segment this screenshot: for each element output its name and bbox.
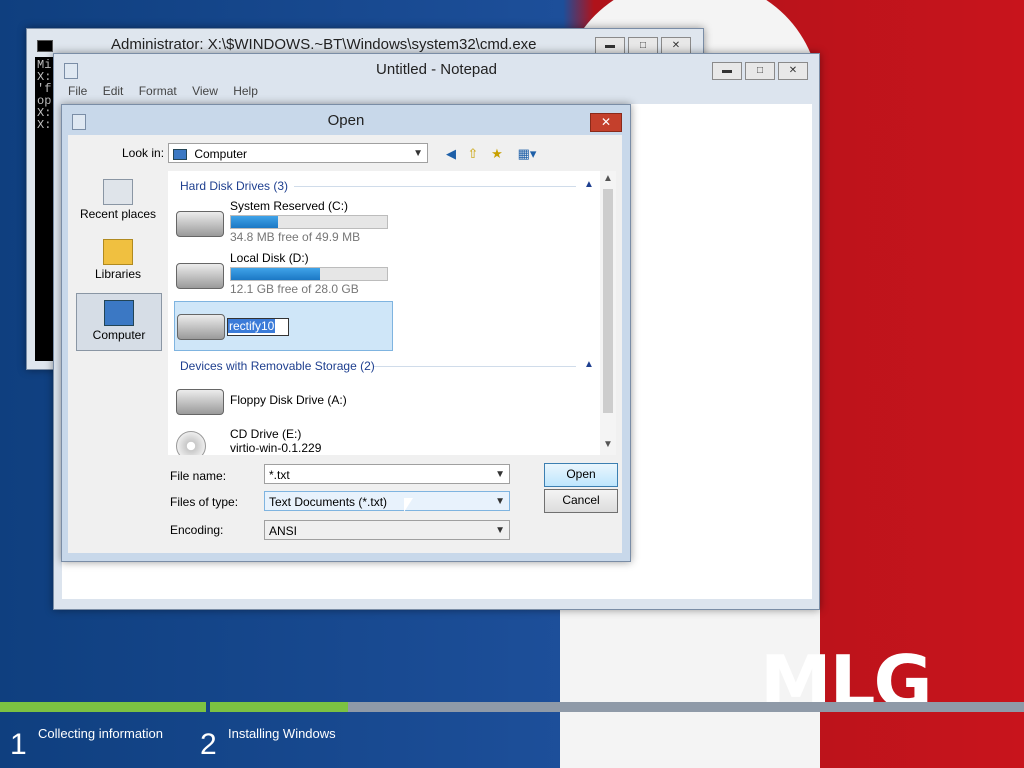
step2-label: Installing Windows: [228, 726, 336, 741]
drive-usage-fill: [231, 268, 320, 280]
hard-drive-icon: [176, 211, 224, 237]
drive-usage-bar: [230, 267, 388, 281]
place-computer[interactable]: Computer: [76, 293, 162, 351]
places-bar: Recent places Libraries Computer: [76, 173, 166, 423]
up-folder-icon[interactable]: ⇧: [464, 145, 482, 163]
hard-drive-icon: [177, 314, 225, 340]
drive-name: Floppy Disk Drive (A:): [230, 393, 347, 407]
notepad-minimize-button[interactable]: ▬: [712, 62, 742, 80]
drive-name: Local Disk (D:): [230, 251, 309, 265]
chevron-down-icon[interactable]: ▼: [495, 465, 505, 483]
drive-name: CD Drive (E:): [230, 427, 302, 441]
drive-item[interactable]: Floppy Disk Drive (A:): [174, 377, 414, 425]
step1-number: 1: [10, 728, 27, 761]
open-dialog[interactable]: Open ✕ Look in: Computer ▼ ◀ ⇧ ★ ▦▾ Rece…: [61, 104, 631, 562]
step1-progress-bar: [0, 702, 206, 712]
notepad-menubar: File Edit Format View Help: [62, 84, 264, 104]
notepad-titlebar[interactable]: Untitled - Notepad ▬ □ ✕: [54, 54, 819, 82]
dialog-close-button[interactable]: ✕: [590, 113, 622, 132]
recent-places-icon: [103, 179, 133, 205]
notepad-close-button[interactable]: ✕: [778, 62, 808, 80]
drive-free-space: 34.8 MB free of 49.9 MB: [230, 230, 361, 244]
chevron-down-icon[interactable]: ▼: [495, 521, 505, 539]
drive-label: virtio-win-0.1.229: [230, 441, 322, 455]
file-name-label: File name:: [170, 469, 227, 483]
place-label: Recent places: [79, 207, 157, 221]
file-name-value: *.txt: [269, 468, 290, 482]
new-folder-icon[interactable]: ★: [488, 145, 506, 163]
step2-number: 2: [200, 728, 217, 761]
collapse-icon[interactable]: ▲: [584, 359, 594, 370]
chevron-down-icon[interactable]: ▼: [495, 492, 505, 510]
menu-file[interactable]: File: [68, 84, 87, 98]
drive-item[interactable]: CD Drive (E:) virtio-win-0.1.229: [174, 427, 414, 455]
drive-item[interactable]: System Reserved (C:) 34.8 MB free of 49.…: [174, 199, 414, 247]
group-header-hard-disks[interactable]: Hard Disk Drives (3): [180, 179, 288, 193]
computer-icon: [173, 149, 187, 161]
open-dialog-body: Look in: Computer ▼ ◀ ⇧ ★ ▦▾ Recent plac…: [68, 135, 622, 553]
menu-help[interactable]: Help: [233, 84, 258, 98]
scroll-up-icon[interactable]: ▲: [600, 173, 616, 184]
encoding-select[interactable]: ANSI ▼: [264, 520, 510, 540]
group-header-removable[interactable]: Devices with Removable Storage (2): [180, 359, 375, 373]
file-type-value: Text Documents (*.txt): [269, 495, 388, 509]
group-divider: [294, 186, 576, 187]
step1-label: Collecting information: [38, 726, 164, 741]
open-dialog-title: Open: [327, 112, 365, 129]
cmd-icon: [37, 40, 53, 52]
drive-usage-fill: [231, 216, 278, 228]
cancel-button[interactable]: Cancel: [544, 489, 618, 513]
menu-format[interactable]: Format: [139, 84, 177, 98]
menu-edit[interactable]: Edit: [103, 84, 124, 98]
step1-progress-fill: [0, 702, 206, 712]
place-libraries[interactable]: Libraries: [76, 233, 160, 289]
hard-drive-icon: [176, 263, 224, 289]
scroll-down-icon[interactable]: ▼: [600, 439, 616, 450]
back-icon[interactable]: ◀: [442, 145, 460, 163]
open-dialog-titlebar[interactable]: Open ✕: [62, 105, 630, 133]
drive-usage-bar: [230, 215, 388, 229]
scrollbar-thumb[interactable]: [603, 189, 613, 413]
drive-free-space: 12.1 GB free of 28.0 GB: [230, 282, 359, 296]
view-menu-icon[interactable]: ▦▾: [514, 145, 540, 163]
collapse-icon[interactable]: ▲: [584, 179, 594, 190]
rename-textbox[interactable]: rectify10: [227, 318, 289, 336]
file-list[interactable]: Hard Disk Drives (3) ▲ System Reserved (…: [168, 171, 616, 455]
file-name-input[interactable]: *.txt ▼: [264, 464, 510, 484]
menu-view[interactable]: View: [192, 84, 218, 98]
place-label: Computer: [92, 328, 146, 342]
place-recent[interactable]: Recent places: [76, 173, 160, 229]
chevron-down-icon: ▼: [413, 148, 423, 159]
notepad-title: Untitled - Notepad: [376, 61, 497, 78]
step2-progress-fill: [210, 702, 349, 712]
place-label: Libraries: [94, 267, 142, 281]
floppy-drive-icon: [176, 389, 224, 415]
file-type-select[interactable]: Text Documents (*.txt) ▼: [264, 491, 510, 511]
computer-icon: [104, 300, 134, 326]
libraries-icon: [103, 239, 133, 265]
file-list-scrollbar[interactable]: ▲ ▼: [600, 171, 616, 455]
open-button[interactable]: Open: [544, 463, 618, 487]
look-in-value: Computer: [194, 147, 248, 161]
encoding-label: Encoding:: [170, 523, 224, 537]
notepad-maximize-button[interactable]: □: [745, 62, 775, 80]
look-in-combobox[interactable]: Computer ▼: [168, 143, 428, 163]
drive-name: System Reserved (C:): [230, 199, 349, 213]
step2-progress-bar: [210, 702, 1024, 712]
file-type-label: Files of type:: [170, 495, 239, 509]
group-divider: [374, 366, 576, 367]
cd-drive-icon: [176, 431, 206, 455]
look-in-label: Look in:: [122, 146, 165, 160]
drive-item-selected[interactable]: rectify10: [174, 301, 393, 351]
encoding-value: ANSI: [269, 524, 298, 538]
drive-item[interactable]: Local Disk (D:) 12.1 GB free of 28.0 GB: [174, 251, 414, 299]
rename-text: rectify10: [228, 319, 276, 333]
mouse-cursor-icon: [404, 498, 413, 512]
